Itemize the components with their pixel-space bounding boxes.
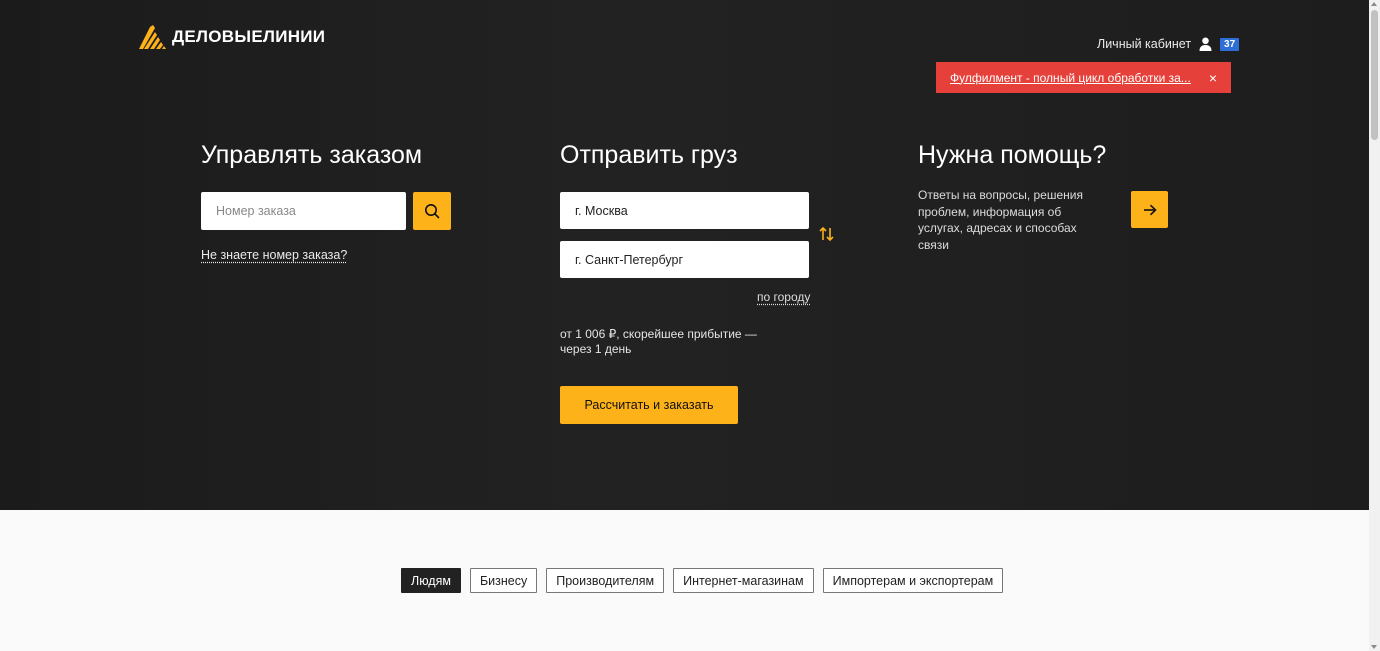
tab-people[interactable]: Людям [401, 568, 461, 593]
account-link[interactable]: Личный кабинет [1097, 37, 1191, 51]
logo[interactable]: ДЕЛОВЫЕЛИНИИ [138, 24, 325, 50]
price-info: от 1 006 ₽, скорейшее прибытие — через 1… [560, 327, 757, 356]
order-number-input[interactable] [201, 192, 406, 230]
order-search-button[interactable] [413, 192, 451, 230]
help-button[interactable] [1131, 191, 1168, 228]
tab-online-stores[interactable]: Интернет-магазинам [673, 568, 814, 593]
logo-mark-icon [139, 25, 166, 49]
help-title: Нужна помощь? [918, 141, 1107, 169]
ship-title: Отправить груз [560, 141, 738, 169]
close-icon[interactable]: × [1209, 70, 1217, 86]
by-city-link[interactable]: по городу [757, 290, 810, 304]
page-scrollbar[interactable] [1369, 0, 1380, 651]
hero-section: ДЕЛОВЫЕЛИНИИ Личный кабинет 37 Фулфилмен… [0, 0, 1369, 510]
notifications-badge[interactable]: 37 [1220, 37, 1240, 51]
from-city-input[interactable] [560, 192, 809, 229]
scroll-up-icon[interactable] [1371, 2, 1377, 6]
scroll-thumb[interactable] [1371, 10, 1378, 140]
user-icon[interactable] [1199, 37, 1212, 51]
promo-link[interactable]: Фулфилмент - полный цикл обработки за... [950, 71, 1209, 85]
search-icon [425, 204, 440, 219]
to-city-input[interactable] [560, 241, 809, 278]
swap-cities-icon[interactable] [818, 225, 836, 243]
scroll-down-icon[interactable] [1371, 645, 1377, 649]
audience-tabs: Людям Бизнесу Производителям Интернет-ма… [401, 568, 1004, 593]
order-title: Управлять заказом [201, 141, 423, 169]
tab-business[interactable]: Бизнесу [469, 568, 538, 593]
promo-banner: Фулфилмент - полный цикл обработки за...… [936, 62, 1231, 93]
account-area: Личный кабинет 37 [1097, 37, 1240, 51]
arrow-right-icon [1143, 204, 1157, 215]
tab-manufacturers[interactable]: Производителям [546, 568, 665, 593]
calculate-order-button[interactable]: Рассчитать и заказать [560, 386, 738, 424]
unknown-order-link[interactable]: Не знаете номер заказа? [201, 248, 347, 262]
help-text: Ответы на вопросы, решения проблем, инфо… [918, 188, 1083, 252]
logo-text: ДЕЛОВЫЕЛИНИИ [172, 27, 326, 46]
tab-importers-exporters[interactable]: Импортерам и экспортерам [822, 568, 1004, 593]
